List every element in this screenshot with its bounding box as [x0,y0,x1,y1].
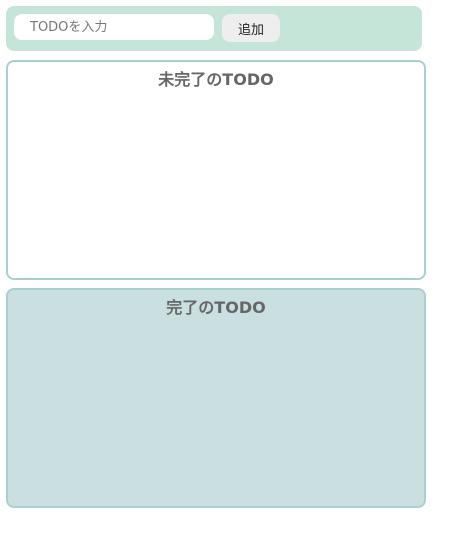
complete-area-title: 完了のTODO [166,298,266,317]
todo-input[interactable] [14,14,214,40]
incomplete-area: 未完了のTODO [6,60,426,280]
input-area: 追加 [6,6,422,51]
complete-area: 完了のTODO [6,288,426,508]
add-button[interactable]: 追加 [222,14,280,42]
incomplete-area-title: 未完了のTODO [158,70,274,89]
